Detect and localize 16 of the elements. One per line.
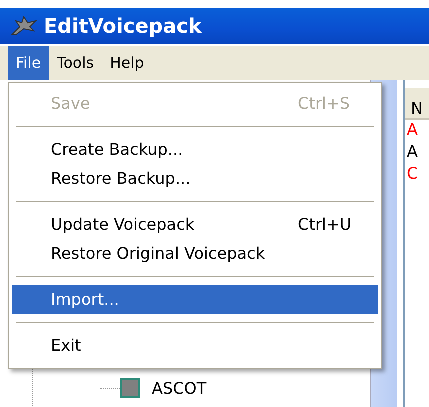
menu-item[interactable]: Restore Backup... <box>12 164 378 193</box>
tree-item[interactable]: ASCOT <box>152 378 207 398</box>
menu-item[interactable]: Create Backup... <box>12 135 378 164</box>
node-icon <box>120 378 140 398</box>
menu-item[interactable]: Exit <box>12 331 378 360</box>
menu-item[interactable]: Update Voicepack Ctrl+U <box>12 210 378 239</box>
list-item[interactable]: A <box>405 120 429 142</box>
menu-button[interactable]: File <box>8 46 50 80</box>
list-item[interactable]: A <box>405 142 429 164</box>
menu-button[interactable]: Tools <box>49 46 102 80</box>
list-item[interactable]: C <box>405 164 429 186</box>
menu-button[interactable]: Help <box>102 46 152 80</box>
window-title: EditVoicepack <box>44 14 202 38</box>
column-header[interactable]: N <box>405 88 429 120</box>
menu-item[interactable]: Import... <box>12 285 378 314</box>
menu-item[interactable]: Restore Original Voicepack <box>12 239 378 268</box>
